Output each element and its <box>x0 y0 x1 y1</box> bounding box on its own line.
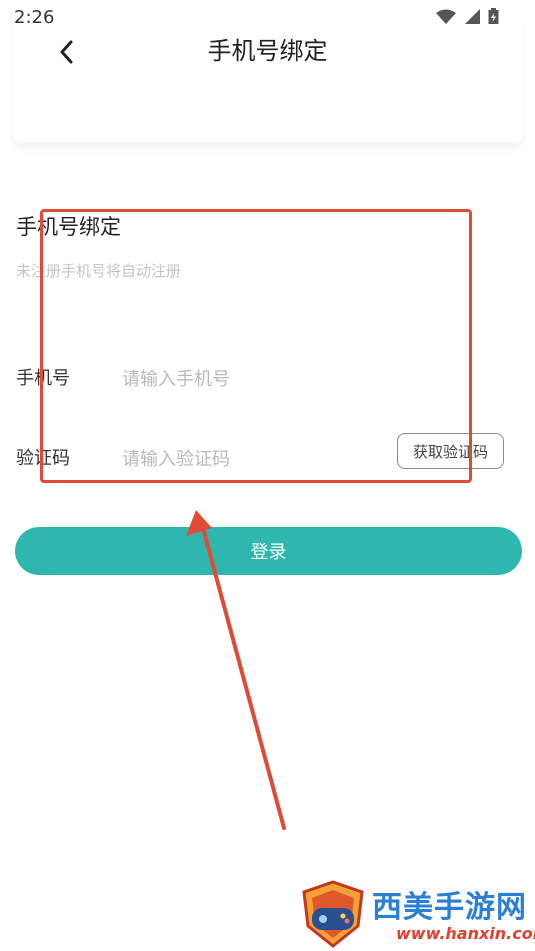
wifi-icon <box>436 9 456 24</box>
phone-input[interactable] <box>122 364 382 394</box>
watermark-url: www.hanxin.com <box>396 924 535 943</box>
page-title: 手机号绑定 <box>207 37 328 65</box>
watermark: 西美手游网 www.hanxin.com <box>300 880 535 948</box>
annotation-arrow <box>186 510 286 830</box>
phone-label: 手机号 <box>16 368 70 389</box>
get-code-button[interactable]: 获取验证码 <box>397 433 504 469</box>
login-button[interactable]: 登录 <box>15 527 522 575</box>
watermark-name: 西美手游网 <box>372 890 527 925</box>
form-subtitle: 未注册手机号将自动注册 <box>16 262 182 280</box>
cellular-signal-icon <box>464 9 480 25</box>
code-label: 验证码 <box>16 448 70 469</box>
gamepad-shield-icon <box>302 880 364 948</box>
form-title: 手机号绑定 <box>16 215 121 239</box>
verification-code-input[interactable] <box>122 444 382 474</box>
phone-binding-screen: 2:26 手机号绑定 手机号绑定 未注册手机号将自动注册 手机号 验证码 获取验… <box>0 0 535 951</box>
